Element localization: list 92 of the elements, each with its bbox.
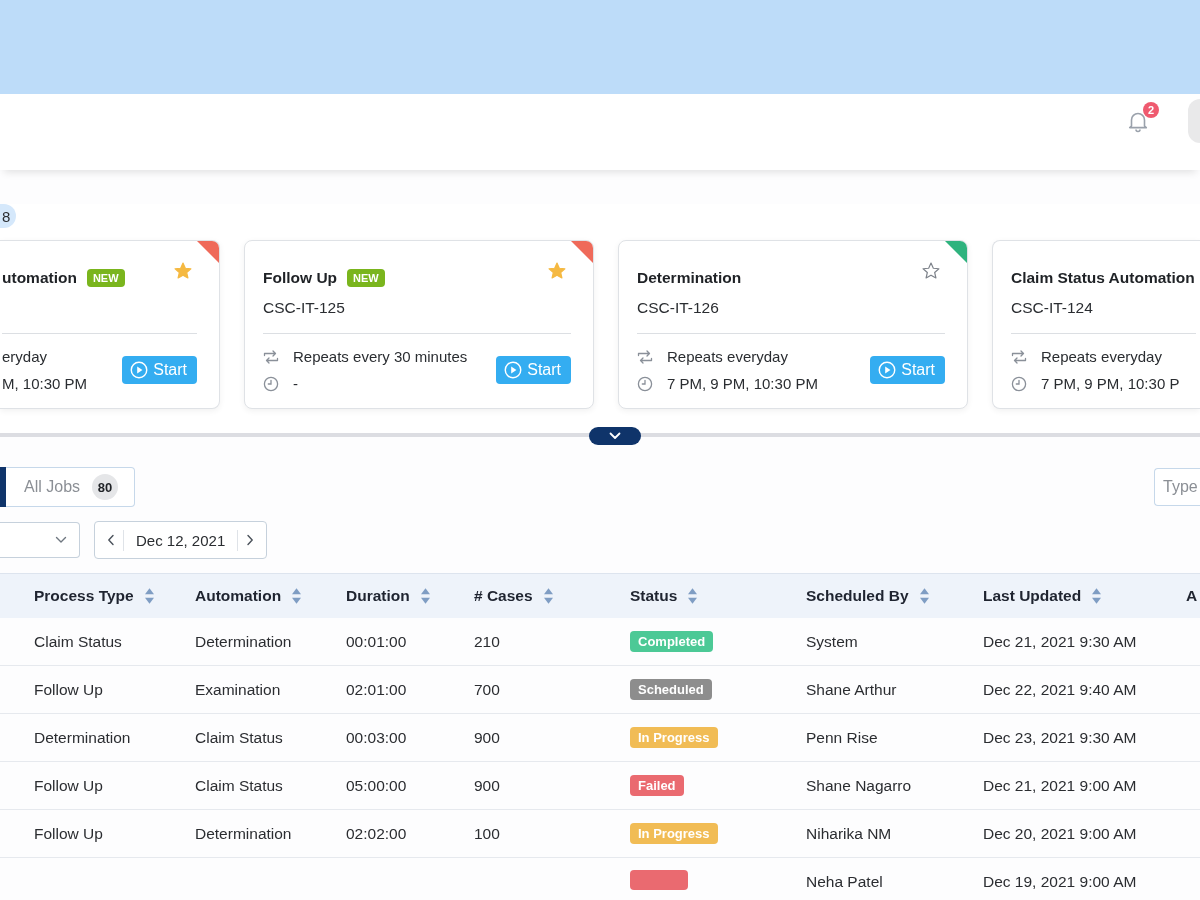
table-cell-text: Claim Status — [33, 632, 123, 651]
star-icon[interactable] — [173, 261, 193, 281]
column-header[interactable]: # Cases — [474, 587, 630, 605]
count-badge: 80 — [92, 474, 119, 500]
count-badge: 8 — [0, 204, 17, 228]
clock-icon — [263, 375, 279, 392]
sort-icon — [291, 587, 303, 605]
table-cell-text: Penn Rise — [806, 728, 879, 747]
play-icon — [878, 361, 897, 379]
collapse-button[interactable] — [589, 427, 641, 445]
table-cell-text: Determination — [33, 728, 132, 747]
schedule-times: 7 PM, 9 PM, 10:30 PM — [667, 375, 818, 392]
clock-icon — [1011, 375, 1027, 392]
card-title: Claim Status Automation — [1011, 269, 1195, 287]
star-icon[interactable] — [921, 261, 941, 281]
status-badge: Completed — [630, 631, 714, 652]
column-header[interactable]: Last Updated — [983, 587, 1186, 605]
table-cell-text: Shane Nagarro — [806, 776, 913, 795]
new-badge: NEW — [86, 269, 125, 287]
sort-icon — [542, 587, 554, 605]
table-cell-text: Determination — [195, 632, 293, 651]
repeat-text: eryday — [2, 348, 48, 365]
column-header[interactable]: Process Type — [0, 587, 195, 605]
repeat-text: Repeats everyday — [667, 348, 788, 365]
table-cell-text: 00:03:00 — [346, 728, 408, 747]
table-cell-text: Dec 19, 2021 9:00 AM — [983, 872, 1138, 891]
date-label: Dec 12, 2021 — [123, 529, 239, 551]
play-icon — [130, 361, 149, 379]
star-icon[interactable] — [547, 261, 567, 281]
column-header[interactable]: Scheduled By — [806, 587, 983, 605]
table-cell-text: System — [806, 632, 859, 651]
repeat-text: Repeats everyday — [1041, 348, 1162, 365]
table-cell-text: Shane Arthur — [806, 680, 898, 699]
table-cell-text: Dec 23, 2021 9:30 AM — [983, 728, 1138, 747]
table-cell-text: Follow Up — [33, 824, 104, 843]
chevron-right-icon — [246, 534, 255, 546]
column-header: A — [1186, 587, 1199, 605]
table-cell-text: Neha Patel — [806, 872, 884, 891]
search-field[interactable]: Type — [1154, 468, 1200, 506]
play-icon — [504, 361, 523, 379]
notification-count: 2 — [1143, 102, 1159, 118]
schedule-times: - — [293, 375, 298, 392]
table-cell-text: Follow Up — [33, 776, 104, 795]
column-header[interactable]: Status — [630, 587, 806, 605]
new-badge: NEW — [347, 269, 385, 287]
table-cell-text: 05:00:00 — [346, 776, 408, 795]
table-cell-text: 100 — [474, 824, 501, 843]
chevron-down-icon — [609, 432, 621, 440]
sort-icon — [1091, 587, 1103, 605]
clock-icon — [637, 375, 653, 392]
tab[interactable]: All Jobs 80 — [6, 467, 136, 507]
column-header[interactable]: Automation — [195, 587, 346, 605]
table-cell-text: Dec 21, 2021 9:30 AM — [983, 632, 1138, 651]
repeat-text: Repeats every 30 minutes — [293, 348, 468, 365]
status-badge: Failed — [630, 775, 684, 796]
card-title: utomation — [2, 269, 77, 287]
table-cell-text: 900 — [474, 776, 501, 795]
status-badge: Scheduled — [630, 679, 712, 700]
repeat-icon — [263, 348, 279, 365]
table-cell-text: Follow Up — [33, 680, 104, 699]
chevron-down-icon — [55, 536, 67, 544]
repeat-icon — [637, 348, 653, 365]
card-title: Follow Up — [263, 269, 338, 287]
job-code: CSC-IT-124 — [1011, 299, 1093, 316]
chevron-left-icon — [107, 534, 115, 546]
status-badge: In Progress — [630, 727, 718, 748]
table-cell-text: Examination — [195, 680, 282, 699]
table-cell-text: Claim Status — [195, 776, 284, 795]
table-cell-text: Dec 21, 2021 9:00 AM — [983, 776, 1138, 795]
job-code: CSC-IT-125 — [263, 299, 345, 316]
job-code: CSC-IT-126 — [637, 299, 719, 316]
schedule-times: M, 10:30 PM — [2, 375, 88, 392]
table-cell-text: 210 — [474, 632, 501, 651]
sort-icon — [143, 587, 155, 605]
table-cell-text: 00:01:00 — [346, 632, 408, 651]
card-title: Determination — [637, 269, 742, 287]
schedule-times: 7 PM, 9 PM, 10:30 P — [1041, 375, 1180, 392]
table-cell-text: Determination — [195, 824, 293, 843]
sort-icon — [687, 587, 699, 605]
status-badge: In Progress — [630, 823, 718, 844]
table-cell-text: 700 — [474, 680, 501, 699]
table-cell-text: Claim Status — [195, 728, 284, 747]
column-header[interactable]: Duration — [346, 587, 474, 605]
sort-icon — [419, 587, 431, 605]
repeat-icon — [1011, 348, 1027, 365]
sort-icon — [918, 587, 930, 605]
table-cell-text: 02:01:00 — [346, 680, 408, 699]
table-cell-text: 900 — [474, 728, 501, 747]
table-cell-text: Dec 22, 2021 9:40 AM — [983, 680, 1138, 699]
table-cell-text: 02:02:00 — [346, 824, 408, 843]
table-cell-text: Niharika NM — [806, 824, 893, 843]
table-cell-text: Dec 20, 2021 9:00 AM — [983, 824, 1138, 843]
